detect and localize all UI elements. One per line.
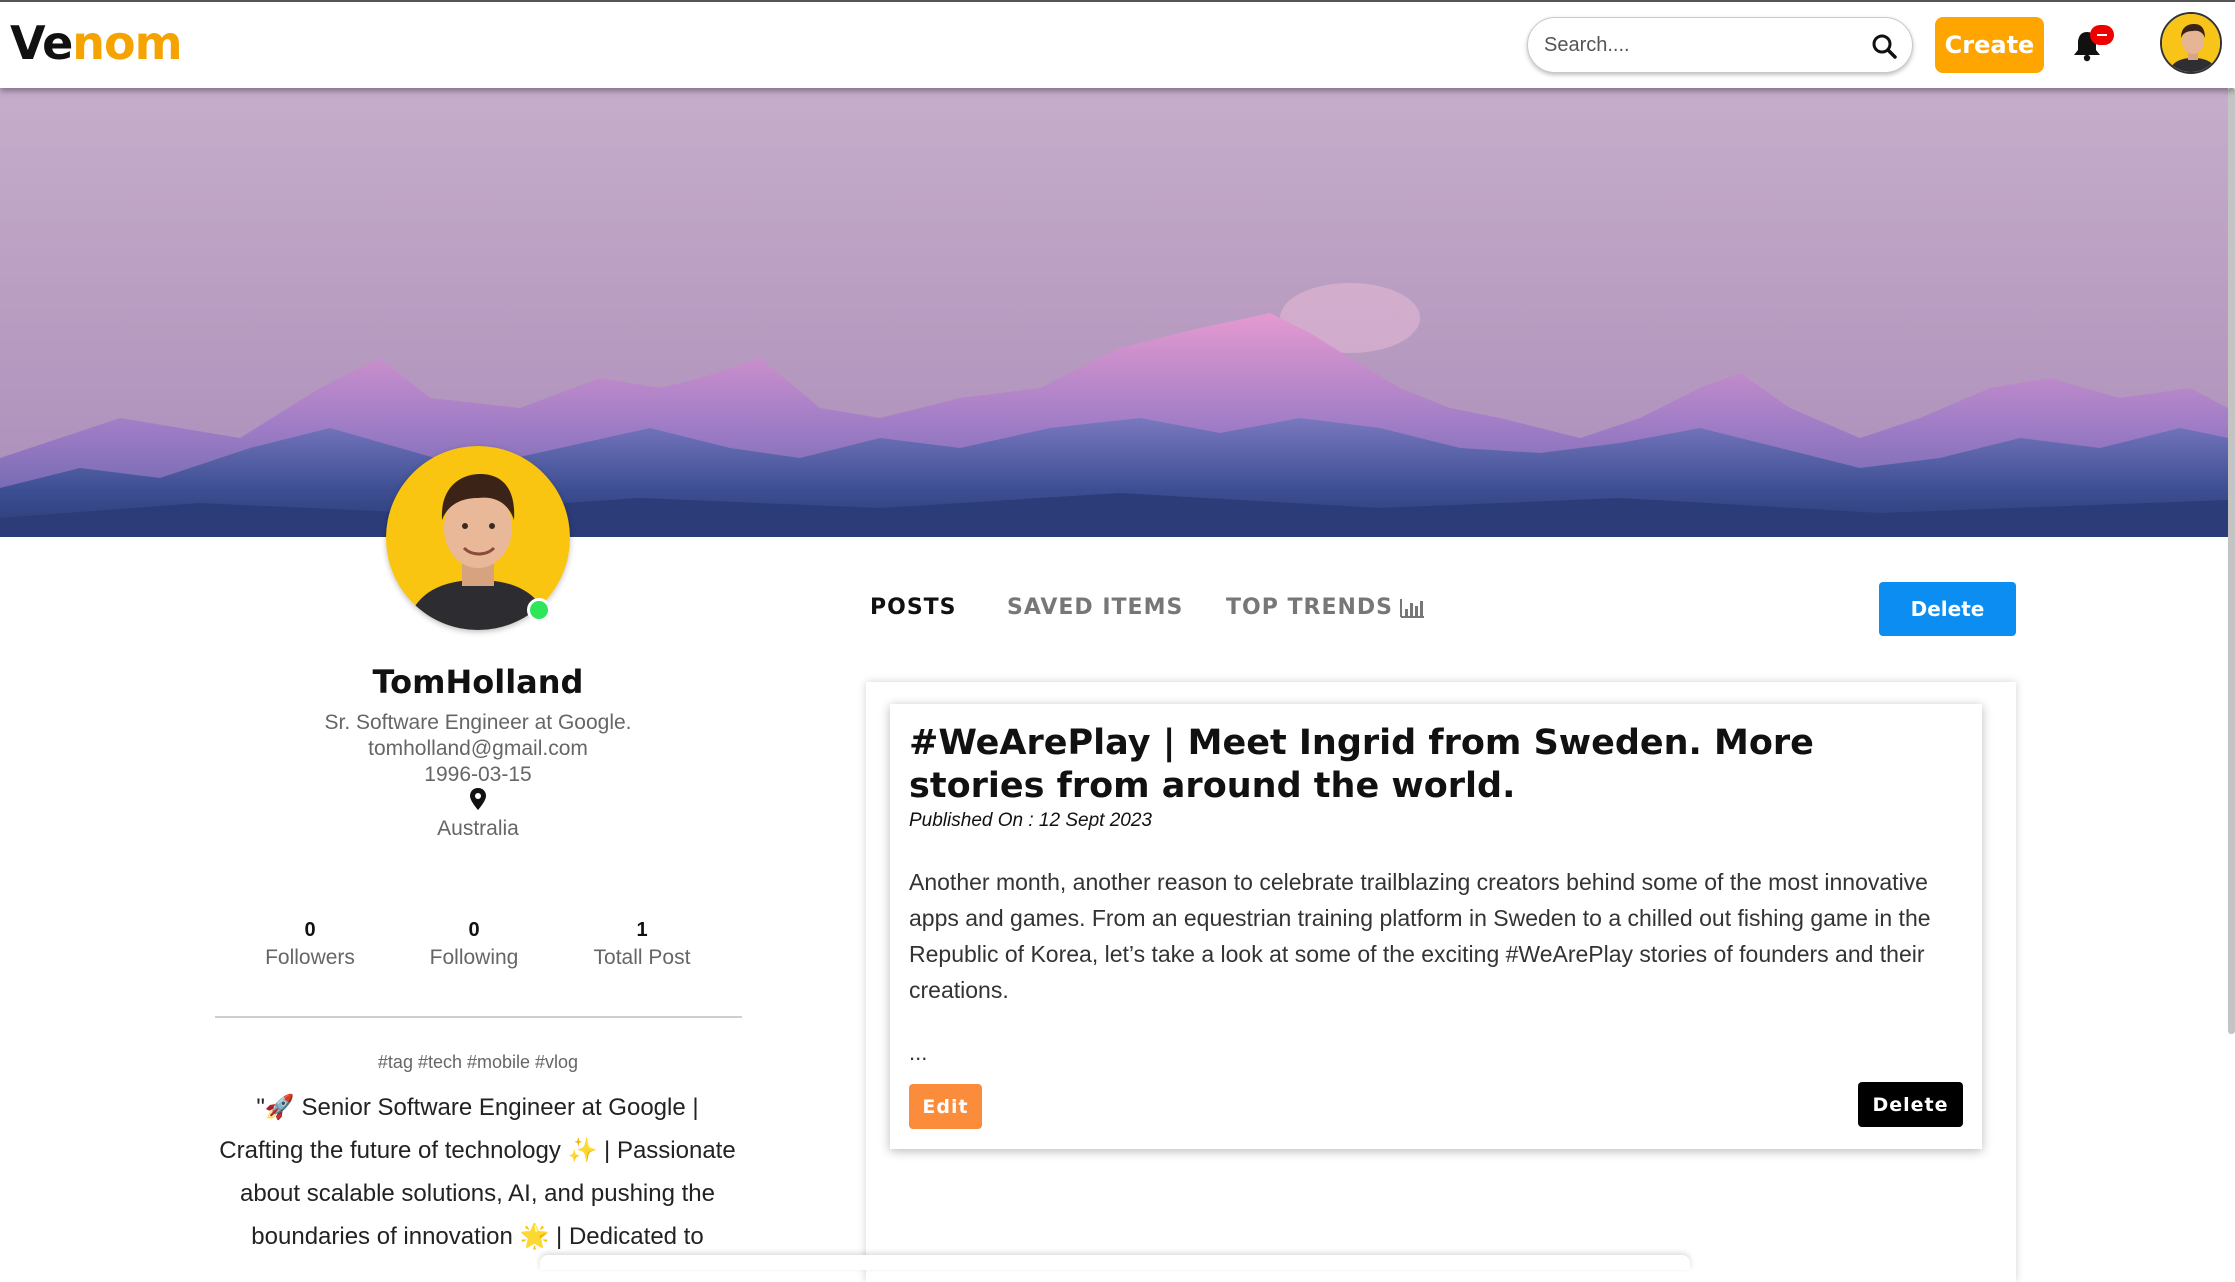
app-logo[interactable]: Venom [10,16,183,70]
post-body: Another month, another reason to celebra… [909,869,1931,1003]
location-pin-icon [470,788,486,810]
followers-label: Followers [265,946,355,969]
profile-divider [215,1016,742,1018]
page-scrollbar[interactable] [2228,88,2235,1034]
profile-name: TomHolland [372,663,584,701]
edit-post-button[interactable]: Edit [909,1084,982,1129]
following-stat[interactable]: 0 Following [394,919,554,970]
user-avatar[interactable] [2160,12,2222,74]
tab-top-trends[interactable]: TOP TRENDS [1226,595,1425,620]
cover-photo [0,88,2228,537]
search-input[interactable] [1544,30,1844,60]
create-button[interactable]: Create [1935,17,2044,73]
profile-bio: "🚀 Senior Software Engineer at Google | … [210,1086,745,1258]
bio-line: about scalable solutions, AI, and pushin… [239,1180,715,1207]
followers-count: 0 [304,919,316,941]
delete-profile-button[interactable]: Delete [1879,582,2016,636]
profile-email: tomholland@gmail.com [368,737,588,760]
total-posts-label: Totall Post [593,946,691,969]
delete-post-button[interactable]: Delete [1858,1082,1963,1127]
bio-line: boundaries of innovation 🌟 | Dedicated t… [251,1223,704,1250]
profile-tags: #tag #tech #mobile #vlog [377,1052,579,1072]
post-card: #WeArePlay | Meet Ingrid from Sweden. Mo… [890,704,1982,1149]
post-published-date: Published On : 12 Sept 2023 [909,810,1152,831]
profile-birthdate: 1996-03-15 [424,763,532,786]
top-navbar: Venom Create [0,0,2235,88]
search-box [1527,17,1913,73]
post-read-more[interactable]: ... [909,1040,927,1066]
tab-posts[interactable]: POSTS [870,595,957,620]
total-posts-stat[interactable]: 1 Totall Post [562,919,722,970]
post-title[interactable]: #WeArePlay | Meet Ingrid from Sweden. Mo… [909,722,1959,808]
logo-text-primary: Ve [10,16,73,70]
tab-top-trends-label: TOP TRENDS [1226,595,1393,620]
following-label: Following [429,946,519,969]
profile-job-title: Sr. Software Engineer at Google. [324,711,632,734]
bottom-panel-edge [540,1255,1690,1270]
followers-stat[interactable]: 0 Followers [230,919,390,970]
bio-line: "🚀 Senior Software Engineer at Google | [256,1094,699,1121]
search-icon[interactable] [1870,32,1898,60]
profile-location: Australia [437,817,519,840]
tab-saved-items[interactable]: SAVED ITEMS [1007,595,1183,620]
notification-badge [2090,25,2114,45]
total-posts-count: 1 [636,919,648,941]
logo-text-accent: nom [72,16,182,70]
bar-chart-icon [1400,599,1424,618]
online-status-indicator [527,598,551,622]
bio-line: Crafting the future of technology ✨ | Pa… [219,1137,736,1164]
following-count: 0 [468,919,480,941]
